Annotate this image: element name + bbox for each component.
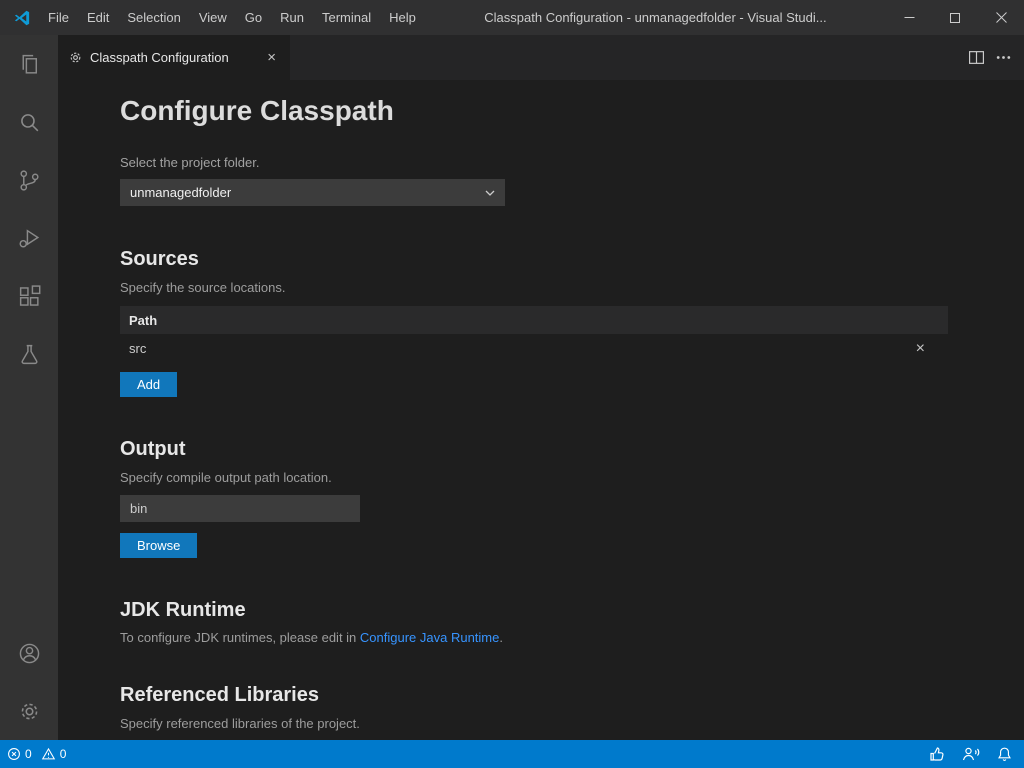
menu-edit[interactable]: Edit: [78, 0, 118, 35]
classpath-configuration-page: Configure Classpath Select the project f…: [58, 80, 1024, 740]
run-and-debug-icon[interactable]: [0, 209, 58, 267]
referenced-libraries-heading: Referenced Libraries: [120, 682, 1024, 709]
source-path-value: src: [129, 341, 146, 356]
source-path-row: src ×: [120, 334, 948, 363]
warning-icon: [41, 747, 56, 761]
explorer-icon[interactable]: [0, 35, 58, 93]
output-path-input[interactable]: [120, 495, 360, 522]
error-count: 0: [25, 747, 32, 761]
status-bar: 0 0: [0, 740, 1024, 768]
menu-run[interactable]: Run: [271, 0, 313, 35]
jdk-text-before: To configure JDK runtimes, please edit i…: [120, 630, 360, 645]
errors-status[interactable]: 0: [7, 747, 32, 761]
accounts-icon[interactable]: [0, 624, 58, 682]
close-button[interactable]: [978, 0, 1024, 35]
notifications-bell-icon[interactable]: [997, 746, 1012, 762]
tab-close-icon[interactable]: ×: [263, 48, 280, 67]
menu-help[interactable]: Help: [380, 0, 425, 35]
classpath-tab-icon: [68, 50, 83, 65]
menu-file[interactable]: File: [39, 0, 78, 35]
browse-output-button[interactable]: Browse: [120, 533, 197, 558]
jdk-runtime-text: To configure JDK runtimes, please edit i…: [120, 630, 1024, 645]
tab-label: Classpath Configuration: [90, 50, 229, 65]
jdk-text-after: .: [499, 630, 503, 645]
activity-bar: [0, 35, 58, 740]
sources-table-header: Path: [120, 306, 948, 334]
referenced-libraries-description: Specify referenced libraries of the proj…: [120, 715, 1024, 732]
warning-count: 0: [60, 747, 67, 761]
project-folder-label: Select the project folder.: [120, 155, 1024, 170]
title-bar: File Edit Selection View Go Run Terminal…: [0, 0, 1024, 35]
vscode-logo-icon: [13, 9, 31, 27]
status-bar-right: [929, 746, 1012, 762]
menu-selection[interactable]: Selection: [118, 0, 189, 35]
more-actions-icon[interactable]: [995, 49, 1012, 66]
warnings-status[interactable]: 0: [41, 747, 67, 761]
path-column-header: Path: [129, 313, 157, 328]
chevron-down-icon: [485, 190, 495, 196]
editor-area: Classpath Configuration × Configure Clas…: [58, 35, 1024, 740]
menu-go[interactable]: Go: [236, 0, 271, 35]
sources-table: Path src ×: [120, 306, 948, 363]
project-folder-selected-value: unmanagedfolder: [130, 185, 231, 200]
jdk-runtime-heading: JDK Runtime: [120, 597, 1024, 624]
search-icon[interactable]: [0, 93, 58, 151]
page-title: Configure Classpath: [120, 93, 1024, 129]
tab-bar: Classpath Configuration ×: [58, 35, 1024, 80]
configure-java-runtime-link[interactable]: Configure Java Runtime: [360, 630, 499, 645]
feedback-thumbs-up-icon[interactable]: [929, 746, 945, 762]
window-controls: [886, 0, 1024, 35]
add-source-button[interactable]: Add: [120, 372, 177, 397]
sources-description: Specify the source locations.: [120, 279, 1024, 296]
maximize-button[interactable]: [932, 0, 978, 35]
split-editor-icon[interactable]: [968, 49, 985, 66]
window-title: Classpath Configuration - unmanagedfolde…: [425, 10, 886, 25]
sources-heading: Sources: [120, 246, 1024, 273]
error-icon: [7, 747, 21, 761]
source-control-icon[interactable]: [0, 151, 58, 209]
tab-bar-actions: [968, 35, 1024, 80]
tab-classpath-configuration[interactable]: Classpath Configuration ×: [58, 35, 290, 80]
output-description: Specify compile output path location.: [120, 469, 1024, 486]
menu-view[interactable]: View: [190, 0, 236, 35]
main-area: Classpath Configuration × Configure Clas…: [0, 35, 1024, 740]
output-heading: Output: [120, 436, 1024, 463]
menu-terminal[interactable]: Terminal: [313, 0, 380, 35]
problems-status: 0 0: [7, 747, 66, 761]
settings-gear-icon[interactable]: [0, 682, 58, 740]
testing-icon[interactable]: [0, 325, 58, 383]
project-folder-select[interactable]: unmanagedfolder: [120, 179, 505, 206]
remove-source-icon[interactable]: ×: [916, 341, 925, 357]
announcement-icon[interactable]: [962, 746, 980, 762]
minimize-button[interactable]: [886, 0, 932, 35]
extensions-icon[interactable]: [0, 267, 58, 325]
